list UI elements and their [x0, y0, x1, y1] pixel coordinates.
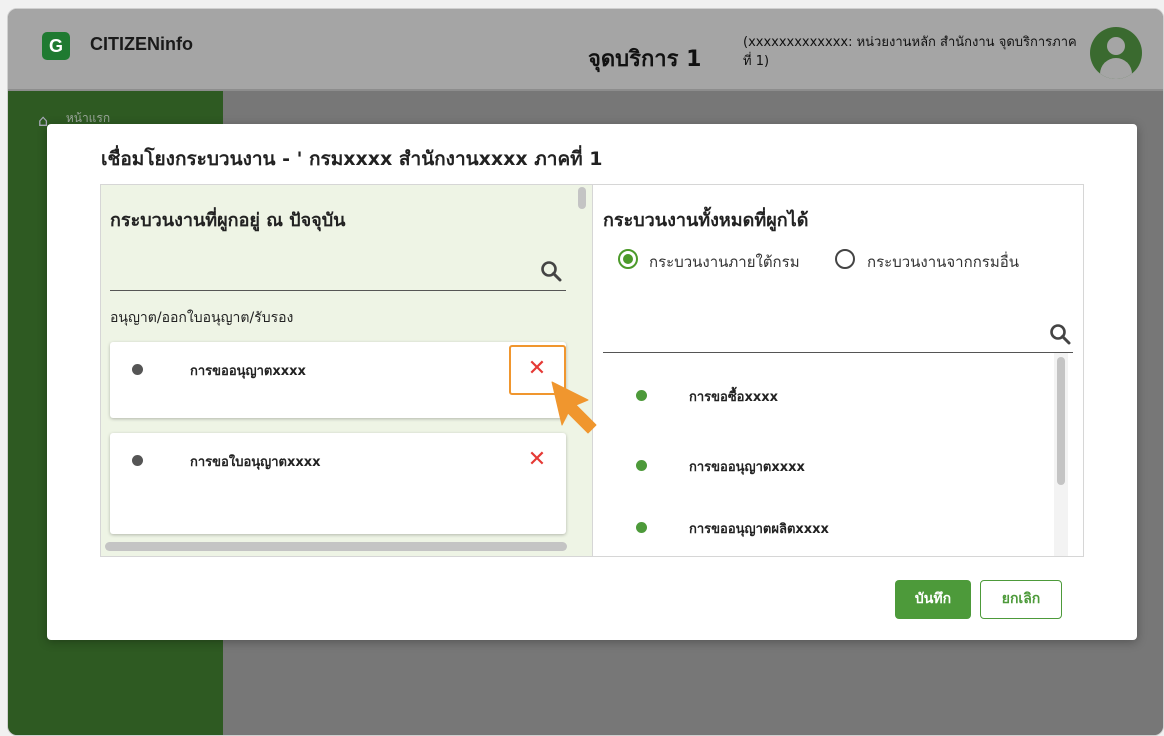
cancel-button[interactable]: ยกเลิก: [980, 580, 1062, 619]
search-icon[interactable]: [1049, 323, 1071, 345]
service-point-title: จุดบริการ 1: [588, 47, 702, 72]
pointer-arrow-icon: [551, 381, 597, 434]
app-brand: CITIZENinfo: [90, 34, 193, 54]
current-processes-panel: กระบวนงานที่ผูกอยู่ ณ ปัจจุบัน อนุญาต/ออ…: [101, 185, 593, 556]
current-processes-heading: กระบวนงานที่ผูกอยู่ ณ ปัจจุบัน: [110, 210, 346, 231]
process-group-label: อนุญาต/ออกใบอนุญาต/รับรอง: [110, 310, 294, 326]
avatar-body: [1100, 58, 1132, 79]
remove-process-button[interactable]: ✕: [524, 447, 550, 473]
radio-own-department[interactable]: [618, 249, 638, 269]
bullet-icon: [636, 390, 647, 401]
current-process-card: การขออนุญาตxxxx: [110, 342, 566, 418]
bullet-icon: [636, 460, 647, 471]
avatar-head: [1107, 37, 1125, 55]
left-horizontal-scrollbar[interactable]: [105, 542, 567, 551]
user-avatar[interactable]: [1090, 27, 1142, 79]
available-process-item[interactable]: การขอซื้อxxxx: [689, 386, 778, 407]
sidebar-item-label: หน้าแรก: [65, 111, 111, 125]
left-vertical-scrollbar[interactable]: [578, 187, 586, 209]
available-processes-panel: กระบวนงานทั้งหมดที่ผูกได้ กระบวนงานภายใต…: [593, 185, 1083, 556]
available-processes-heading: กระบวนงานทั้งหมดที่ผูกได้: [603, 210, 809, 231]
radio-other-department[interactable]: [835, 249, 855, 269]
bullet-icon: [132, 455, 143, 466]
right-vertical-scrollbar[interactable]: [1057, 357, 1065, 485]
save-button[interactable]: บันทึก: [895, 580, 971, 619]
app-logo-icon: G: [42, 32, 70, 60]
available-process-item[interactable]: การขออนุญาตผลิตxxxx: [689, 518, 829, 539]
service-point-subtitle: (xxxxxxxxxxxxx: หน่วยงานหลัก สำนักงาน จุ…: [743, 35, 1077, 69]
radio-own-department-label: กระบวนงานภายใต้กรม: [649, 253, 800, 271]
app-header: G CITIZENinfo จุดบริการ 1 (xxxxxxxxxxxxx…: [8, 9, 1163, 91]
modal-title: เชื่อมโยงกระบวนงาน - ' กรมxxxx สำนักงานx…: [101, 148, 603, 170]
available-process-item[interactable]: การขออนุญาตxxxx: [689, 456, 805, 477]
process-panels: กระบวนงานที่ผูกอยู่ ณ ปัจจุบัน อนุญาต/ออ…: [100, 184, 1084, 557]
current-search-input[interactable]: [110, 290, 566, 291]
radio-other-department-label: กระบวนงานจากกรมอื่น: [867, 253, 1019, 271]
process-label: การขออนุญาตxxxx: [190, 364, 306, 379]
bullet-icon: [132, 364, 143, 375]
process-label: การขอใบอนุญาตxxxx: [190, 455, 321, 470]
search-icon[interactable]: [540, 260, 562, 282]
bullet-icon: [636, 522, 647, 533]
current-process-card: การขอใบอนุญาตxxxx: [110, 433, 566, 534]
available-search-input[interactable]: [603, 352, 1073, 353]
